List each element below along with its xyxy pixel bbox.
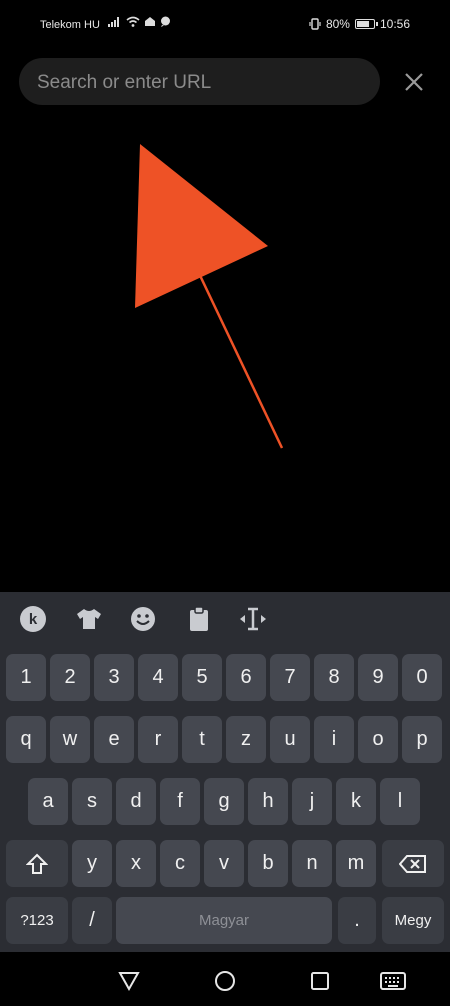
carrier-name: Telekom HU (40, 19, 100, 31)
key-m[interactable]: m (336, 840, 376, 887)
key-z[interactable]: z (226, 716, 266, 763)
key-q[interactable]: q (6, 716, 46, 763)
key-k[interactable]: k (336, 778, 376, 825)
clipboard-icon[interactable] (184, 604, 214, 634)
symbols-key[interactable]: ?123 (6, 897, 68, 944)
signal-icon (108, 17, 119, 27)
text-cursor-icon[interactable] (238, 604, 268, 634)
recents-icon[interactable] (305, 966, 335, 996)
arrow-head (135, 144, 268, 308)
status-bar: Telekom HU 80% 10:56 (0, 0, 450, 50)
battery-icon (354, 19, 378, 29)
status-icons (108, 16, 171, 27)
key-8[interactable]: 8 (314, 654, 354, 701)
navigation-bar (0, 954, 450, 1006)
backspace-icon (399, 854, 426, 873)
k-logo-icon[interactable]: k (18, 604, 48, 634)
key-y[interactable]: y (72, 840, 112, 887)
backspace-key[interactable] (382, 840, 444, 887)
key-4[interactable]: 4 (138, 654, 178, 701)
home-icon[interactable] (210, 966, 240, 996)
key-3[interactable]: 3 (94, 654, 134, 701)
status-right: 80% 10:56 (309, 17, 410, 31)
key-t[interactable]: t (182, 716, 222, 763)
key-l[interactable]: l (380, 778, 420, 825)
key-5[interactable]: 5 (182, 654, 222, 701)
key-b[interactable]: b (248, 840, 288, 887)
shift-key[interactable] (6, 840, 68, 887)
key-v[interactable]: v (204, 840, 244, 887)
search-input[interactable] (35, 58, 369, 107)
wifi-icon (126, 16, 140, 27)
arrow-shaft (184, 245, 284, 449)
key-c[interactable]: c (160, 840, 200, 887)
key-j[interactable]: j (292, 778, 332, 825)
key-r[interactable]: r (138, 716, 178, 763)
key-e[interactable]: e (94, 716, 134, 763)
key-9[interactable]: 9 (358, 654, 398, 701)
slash-key[interactable]: / (72, 897, 112, 944)
key-7[interactable]: 7 (270, 654, 310, 701)
key-0[interactable]: 0 (402, 654, 442, 701)
key-a[interactable]: a (28, 778, 68, 825)
vibrate-icon (309, 18, 321, 30)
url-bar[interactable] (19, 58, 380, 107)
svg-text:k: k (29, 611, 38, 628)
keyboard: k 1 2 3 4 5 6 7 8 9 0 q w e r t z u i o … (0, 592, 450, 952)
key-i[interactable]: i (314, 716, 354, 763)
keyboard-switch-icon[interactable] (378, 966, 408, 996)
key-1[interactable]: 1 (6, 654, 46, 701)
key-x[interactable]: x (116, 840, 156, 887)
battery-percent: 80% (325, 17, 350, 31)
chat-notification-icon (161, 16, 170, 27)
shift-icon (26, 853, 48, 874)
key-d[interactable]: d (116, 778, 156, 825)
key-h[interactable]: h (248, 778, 288, 825)
go-key[interactable]: Megy (382, 897, 444, 944)
key-w[interactable]: w (50, 716, 90, 763)
home-notification-icon (145, 17, 155, 26)
key-u[interactable]: u (270, 716, 310, 763)
back-icon[interactable] (114, 966, 144, 996)
keyboard-toolbar: k (0, 592, 450, 644)
battery-fill (356, 21, 369, 27)
key-o[interactable]: o (358, 716, 398, 763)
key-s[interactable]: s (72, 778, 112, 825)
clock: 10:56 (379, 17, 410, 31)
key-2[interactable]: 2 (50, 654, 90, 701)
key-p[interactable]: p (402, 716, 442, 763)
close-icon[interactable] (398, 66, 430, 98)
key-n[interactable]: n (292, 840, 332, 887)
shirt-icon[interactable] (74, 604, 104, 634)
key-g[interactable]: g (204, 778, 244, 825)
key-f[interactable]: f (160, 778, 200, 825)
period-key[interactable]: . (338, 897, 376, 944)
key-6[interactable]: 6 (226, 654, 266, 701)
emoji-icon[interactable] (128, 604, 158, 634)
space-key[interactable]: Magyar (116, 897, 332, 944)
